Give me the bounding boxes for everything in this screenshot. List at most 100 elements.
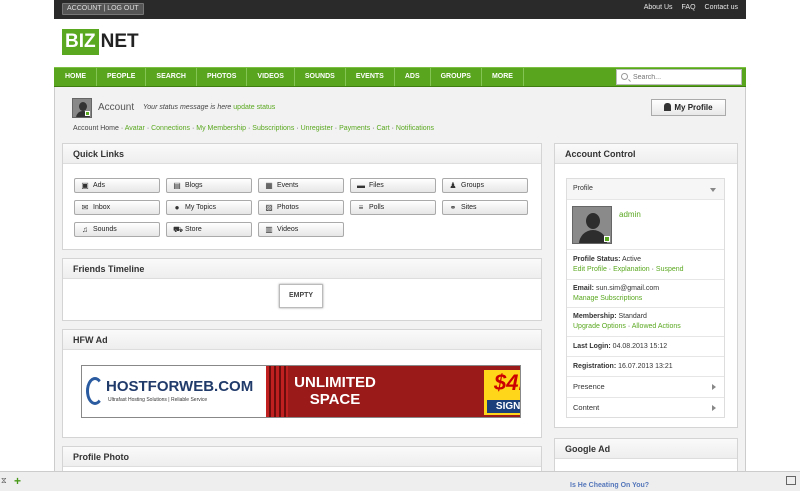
breadcrumb: Account Home · Avatar · Connections · My… (73, 125, 435, 132)
quick-link-label: Events (277, 182, 299, 189)
top-bar: ACCOUNT | LOG OUT About Us FAQ Contact u… (54, 0, 746, 19)
groups-icon: ♟ (449, 181, 457, 190)
hostforweb-logo-icon (86, 377, 104, 405)
logo-net: NET (100, 31, 139, 52)
nav-groups[interactable]: GROUPS (431, 68, 482, 86)
registration-row: Registration: 16.07.2013 13:21 (567, 357, 724, 377)
presence-item[interactable]: Presence (567, 377, 724, 398)
blogs-icon: ▤ (173, 181, 181, 190)
nav-people[interactable]: PEOPLE (97, 68, 147, 86)
edit-profile-link[interactable]: Edit Profile (573, 266, 607, 273)
nav-search[interactable]: SEARCH (146, 68, 197, 86)
quick-link-photos-button[interactable]: ▨ Photos (258, 200, 344, 215)
quick-link-polls-button[interactable]: ≡ Polls (350, 200, 436, 215)
online-status-icon (85, 111, 90, 116)
chevron-right-icon (712, 384, 716, 390)
search-input[interactable] (633, 71, 739, 83)
profile-dropdown[interactable]: Profile (567, 179, 724, 200)
upgrade-options-link[interactable]: Upgrade Options (573, 323, 626, 330)
message-icon[interactable] (786, 476, 796, 485)
site-logo[interactable]: BIZ NET (62, 29, 139, 55)
ad-brand: HOSTFORWEB.COM (106, 378, 254, 395)
breadcrumb-connections[interactable]: Connections (151, 125, 190, 132)
quick-link-videos-button[interactable]: ▥ Videos (258, 222, 344, 237)
breadcrumb-membership[interactable]: My Membership (196, 125, 246, 132)
quick-link-inbox-button[interactable]: ✉ Inbox (74, 200, 160, 215)
manage-subscriptions-link[interactable]: Manage Subscriptions (573, 295, 642, 302)
friends-timeline-empty: EMPTY (279, 284, 323, 308)
username-link[interactable]: admin (619, 210, 641, 219)
quick-link-label: Groups (461, 182, 484, 189)
profile-status-row: Profile Status: Active Edit Profile · Ex… (567, 250, 724, 280)
photos-icon: ▨ (265, 203, 273, 212)
nav-photos[interactable]: PHOTOS (197, 68, 248, 86)
status-text: Your status message is here (143, 104, 232, 111)
quick-link-sites-button[interactable]: ⚭ Sites (442, 200, 528, 215)
membership-row: Membership: Standard Upgrade Options · A… (567, 308, 724, 337)
quick-link-sounds-button[interactable]: ♫ Sounds (74, 222, 160, 237)
explanation-link[interactable]: Explanation (613, 266, 650, 273)
avatar[interactable] (72, 98, 92, 118)
browser-status-bar: ⧖ + (0, 471, 800, 491)
nav-sounds[interactable]: SOUNDS (295, 68, 346, 86)
breadcrumb-cart[interactable]: Cart (376, 125, 389, 132)
quick-link-my-topics-button[interactable]: ● My Topics (166, 200, 252, 215)
nav-more[interactable]: MORE (482, 68, 524, 86)
add-icon[interactable]: + (14, 474, 21, 488)
search-icon[interactable] (621, 73, 628, 80)
quick-link-label: Photos (277, 204, 299, 211)
ad-signup-button[interactable]: SIGN UP NOW (487, 400, 520, 413)
google-ad-link[interactable]: Is He Cheating On You? (570, 482, 649, 489)
quick-link-label: Sounds (93, 226, 117, 233)
allowed-actions-link[interactable]: Allowed Actions (632, 323, 681, 330)
quick-link-files-button[interactable]: ▬ Files (350, 178, 436, 193)
suspend-link[interactable]: Suspend (656, 266, 684, 273)
inbox-icon: ✉ (81, 203, 89, 212)
header: BIZ NET (54, 19, 746, 67)
quick-link-blogs-button[interactable]: ▤ Blogs (166, 178, 252, 193)
nav-events[interactable]: EVENTS (346, 68, 395, 86)
last-login-row: Last Login: 04.08.2013 15:12 (567, 337, 724, 357)
nav-videos[interactable]: VIDEOS (247, 68, 295, 86)
breadcrumb-unregister[interactable]: Unregister (301, 125, 333, 132)
quick-link-label: Inbox (93, 204, 111, 211)
profile-avatar[interactable] (572, 206, 612, 244)
hfw-ad-title: HFW Ad (63, 330, 541, 350)
about-us-link[interactable]: About Us (644, 4, 673, 11)
videos-icon: ▥ (265, 225, 273, 234)
account-logout-link[interactable]: ACCOUNT | LOG OUT (62, 3, 144, 15)
breadcrumb-avatar[interactable]: Avatar (125, 125, 145, 132)
chevron-right-icon (712, 405, 716, 411)
ad-price: $4.95 (494, 370, 520, 395)
logo-biz: BIZ (62, 29, 99, 55)
hfw-ad-banner[interactable]: HOSTFORWEB.COM Ultrafast Hosting Solutio… (81, 365, 521, 418)
quick-link-label: Store (185, 226, 202, 233)
quick-link-ads-button[interactable]: ▣ Ads (74, 178, 160, 193)
ad-tagline: Ultrafast Hosting Solutions | Reliable S… (108, 397, 208, 403)
contact-us-link[interactable]: Contact us (705, 4, 738, 11)
online-status-icon (604, 236, 610, 242)
update-status-link[interactable]: update status (233, 104, 275, 111)
profile-photo-title: Profile Photo (63, 447, 541, 467)
breadcrumb-root[interactable]: Account Home (73, 125, 119, 132)
my-profile-button[interactable]: My Profile (651, 99, 726, 116)
chevron-down-icon (710, 188, 716, 192)
email-row: Email: sun.sim@gmail.com Manage Subscrip… (567, 280, 724, 308)
quick-link-store-button[interactable]: ⛟ Store (166, 222, 252, 237)
store-icon: ⛟ (173, 225, 184, 234)
quick-link-events-button[interactable]: ▦ Events (258, 178, 344, 193)
nav-ads[interactable]: ADS (395, 68, 431, 86)
breadcrumb-payments[interactable]: Payments (339, 125, 370, 132)
content-item[interactable]: Content (567, 398, 724, 418)
addon-icon[interactable]: ⧖ (1, 476, 7, 486)
quick-link-groups-button[interactable]: ♟ Groups (442, 178, 528, 193)
breadcrumb-notifications[interactable]: Notifications (396, 125, 434, 132)
google-ad-title: Google Ad (555, 439, 737, 459)
faq-link[interactable]: FAQ (682, 4, 696, 11)
nav-home[interactable]: HOME (54, 68, 97, 86)
breadcrumb-subscriptions[interactable]: Subscriptions (252, 125, 294, 132)
sounds-icon: ♫ (82, 225, 88, 234)
quick-link-label: Videos (277, 226, 299, 233)
top-links: About Us FAQ Contact us (644, 4, 738, 11)
sites-icon: ⚭ (449, 203, 457, 212)
